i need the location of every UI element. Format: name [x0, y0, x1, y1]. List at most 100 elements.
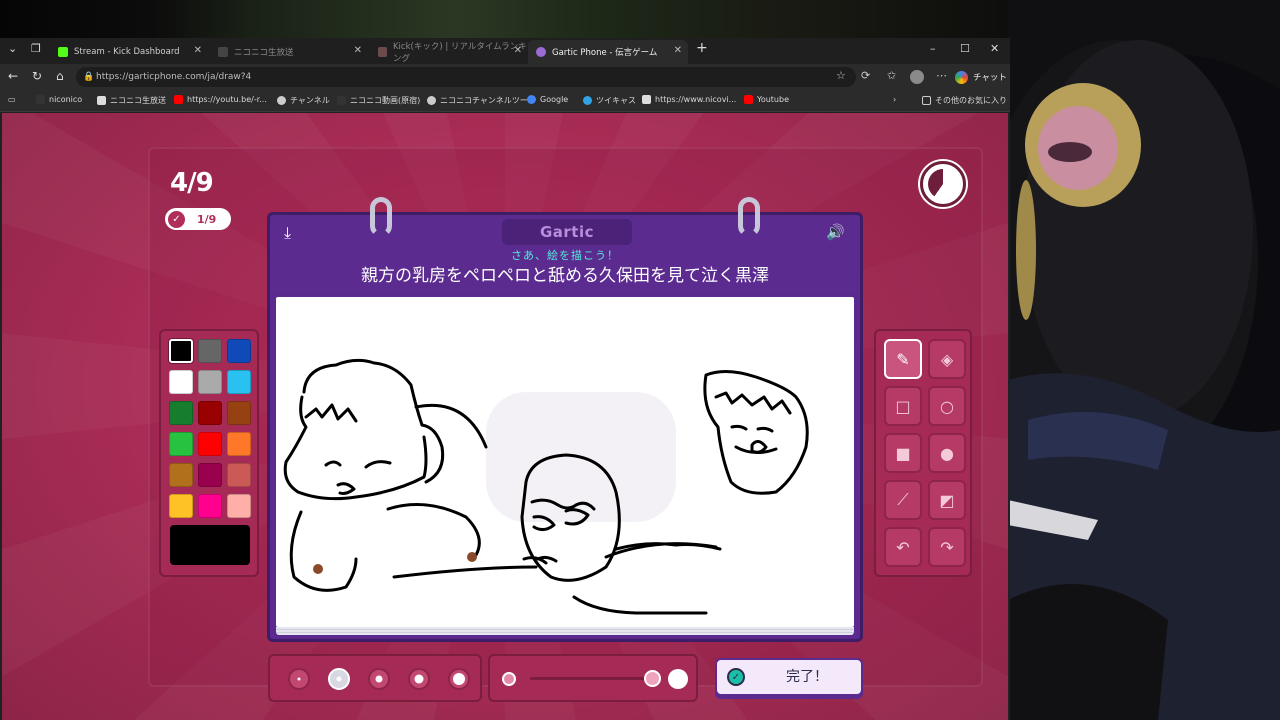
- bookmark-item[interactable]: niconico: [36, 95, 82, 104]
- rectangle-outline-icon[interactable]: □: [884, 386, 922, 426]
- check-icon: ✓: [168, 210, 185, 228]
- done-button[interactable]: ✓ 完了！: [715, 658, 863, 696]
- color-swatch-black[interactable]: [169, 339, 193, 363]
- color-swatch-dark-red[interactable]: [198, 401, 222, 425]
- line-icon[interactable]: ⟋: [884, 480, 922, 520]
- bookmark-item[interactable]: ニコニコ動画(原宿): [337, 95, 420, 106]
- download-icon[interactable]: ⤓: [284, 223, 291, 243]
- bookmark-label: https://www.nicovi...: [655, 95, 737, 104]
- more-menu-icon[interactable]: ⋯: [936, 69, 947, 82]
- bookmarks-menu-icon[interactable]: ▭: [8, 95, 16, 104]
- notebook-header: ⤓ Gartic 🔊 さあ、絵を描こう！ 親方の乳房をペロペロと舐める久保田を見…: [270, 215, 860, 293]
- brush-size-4[interactable]: [408, 668, 430, 690]
- nicovideo-bm-icon: [337, 96, 346, 105]
- favorite-star-icon[interactable]: ☆: [836, 69, 846, 82]
- bookmark-label: Google: [540, 95, 569, 104]
- color-swatch-blue[interactable]: [227, 339, 251, 363]
- profile-avatar[interactable]: [910, 70, 924, 84]
- color-swatch-pink[interactable]: [227, 494, 251, 518]
- tab-list-icon[interactable]: ⌄: [8, 42, 17, 55]
- speaker-icon[interactable]: 🔊: [826, 223, 845, 241]
- color-swatch-plum[interactable]: [198, 463, 222, 487]
- tab-nicolive[interactable]: ニコニコ生放送 ✕: [210, 40, 368, 64]
- chevron-right-icon[interactable]: ›: [893, 95, 896, 104]
- new-tab-icon[interactable]: +: [696, 40, 708, 56]
- webcam-strip: [0, 0, 1010, 38]
- opacity-max-icon: [668, 669, 688, 689]
- tab-gartic-phone[interactable]: Gartic Phone - 伝言ゲーム ✕: [528, 40, 688, 64]
- drawing-notebook: ⤓ Gartic 🔊 さあ、絵を描こう！ 親方の乳房をペロペロと舐める久保田を見…: [267, 197, 863, 642]
- close-icon[interactable]: ✕: [194, 45, 202, 56]
- back-icon[interactable]: ←: [8, 69, 18, 83]
- other-bookmarks[interactable]: その他のお気に入り: [922, 95, 1007, 106]
- tab-kick-ranking[interactable]: Kick(キック) | リアルタイムランキング ✕: [370, 40, 528, 64]
- brush-size-2[interactable]: [328, 668, 350, 690]
- bookmark-item[interactable]: ツイキャス: [583, 95, 636, 106]
- tab-label: Kick(キック) | リアルタイムランキング: [392, 42, 527, 64]
- page-bm-icon: [642, 95, 651, 104]
- undo-icon[interactable]: ↶: [884, 527, 922, 567]
- home-icon[interactable]: ⌂: [56, 69, 64, 83]
- notebook-ring: [370, 197, 392, 237]
- tab-label: Stream - Kick Dashboard: [74, 47, 180, 57]
- window-close-icon[interactable]: ✕: [990, 42, 999, 55]
- bookmark-item[interactable]: チャンネル: [277, 95, 330, 106]
- drawing-canvas[interactable]: [276, 297, 854, 627]
- url-input[interactable]: 🔒 https://garticphone.com/ja/draw?4: [76, 67, 856, 87]
- rectangle-fill-icon[interactable]: ■: [884, 433, 922, 473]
- reload-icon[interactable]: ↻: [32, 69, 42, 83]
- folder-icon: [922, 96, 931, 105]
- maximize-icon[interactable]: ☐: [960, 42, 970, 55]
- bookmark-item[interactable]: ニコニコチャンネルツール: [427, 95, 536, 106]
- workspaces-icon[interactable]: ❐: [31, 42, 41, 55]
- copilot-chat-button[interactable]: チャット: [955, 67, 1007, 87]
- color-swatch-gray[interactable]: [198, 339, 222, 363]
- timer-face: [928, 169, 958, 199]
- other-bookmarks-label: その他のお気に入り: [935, 96, 1007, 105]
- ranking-icon: [378, 47, 387, 57]
- chat-label: チャット: [973, 73, 1007, 83]
- pencil-icon[interactable]: ✎: [884, 339, 922, 379]
- brush-size-1[interactable]: [288, 668, 310, 690]
- youtube-bm-icon: [744, 95, 753, 104]
- close-icon[interactable]: ✕: [514, 45, 522, 56]
- favorites-icon[interactable]: ✩: [887, 69, 896, 82]
- eraser-icon[interactable]: ◈: [928, 339, 966, 379]
- channel-bm-icon: [277, 96, 286, 105]
- color-swatch-magenta[interactable]: [198, 494, 222, 518]
- minimize-icon[interactable]: –: [930, 42, 936, 55]
- color-swatch-dark-green[interactable]: [169, 401, 193, 425]
- tab-kick-dashboard[interactable]: Stream - Kick Dashboard ✕: [50, 40, 208, 64]
- color-swatch-green[interactable]: [169, 432, 193, 456]
- turn-counter: 4/9: [170, 168, 214, 198]
- bookmark-item[interactable]: https://www.nicovi...: [642, 95, 736, 104]
- color-swatch-cyan[interactable]: [227, 370, 251, 394]
- color-swatch-brown[interactable]: [227, 401, 251, 425]
- circle-outline-icon[interactable]: ○: [928, 386, 966, 426]
- color-swatch-yellow[interactable]: [169, 494, 193, 518]
- color-swatch-light-gray[interactable]: [198, 370, 222, 394]
- close-icon[interactable]: ✕: [674, 45, 682, 56]
- close-icon[interactable]: ✕: [354, 45, 362, 56]
- tab-label: Gartic Phone - 伝言ゲーム: [552, 48, 658, 58]
- circle-fill-icon[interactable]: ●: [928, 433, 966, 473]
- color-swatch-white[interactable]: [169, 370, 193, 394]
- bookmark-item[interactable]: Youtube: [744, 95, 789, 104]
- opacity-track[interactable]: [530, 677, 650, 680]
- bucket-icon[interactable]: ◩: [928, 480, 966, 520]
- redo-icon[interactable]: ↷: [928, 527, 966, 567]
- bookmark-item[interactable]: Google: [527, 95, 568, 104]
- done-label: 完了！: [786, 669, 828, 685]
- color-swatch-rose[interactable]: [227, 463, 251, 487]
- color-swatch-ochre[interactable]: [169, 463, 193, 487]
- brush-size-5[interactable]: [448, 668, 470, 690]
- kick-icon: [58, 47, 68, 57]
- bookmark-item[interactable]: https://youtu.be/-r...: [174, 95, 267, 104]
- extensions-icon[interactable]: ⟳: [861, 69, 870, 82]
- color-swatch-orange[interactable]: [227, 432, 251, 456]
- opacity-thumb[interactable]: [644, 670, 661, 687]
- brush-size-3[interactable]: [368, 668, 390, 690]
- color-swatch-red[interactable]: [198, 432, 222, 456]
- bookmark-item[interactable]: ニコニコ生放送: [97, 95, 166, 106]
- streamer-image: [1008, 0, 1280, 720]
